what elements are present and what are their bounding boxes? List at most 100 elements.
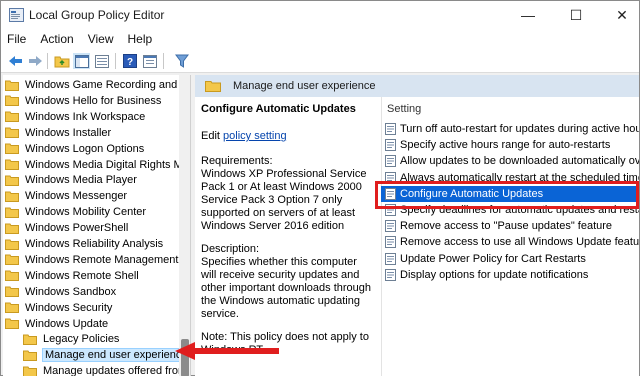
- tree-item-label: Windows Game Recording and B: [25, 79, 188, 91]
- minimize-button[interactable]: —: [505, 1, 551, 29]
- setting-row[interactable]: Update Power Policy for Cart Restarts: [381, 251, 639, 267]
- description-pane: Configure Automatic Updates Edit policy …: [195, 97, 377, 376]
- folder-icon: [5, 127, 19, 139]
- tree-item[interactable]: Manage end user experience: [23, 347, 190, 363]
- svg-text:?: ?: [126, 57, 132, 68]
- properties-button[interactable]: [141, 53, 158, 69]
- menu-action[interactable]: Action: [40, 32, 73, 46]
- setting-label: Remove access to use all Windows Update …: [400, 236, 639, 249]
- tree-item-label: Windows Hello for Business: [25, 94, 162, 107]
- export-button[interactable]: [93, 53, 110, 69]
- description-block: Description: Specifies whether this comp…: [201, 243, 371, 321]
- folder-icon: [23, 366, 37, 376]
- policy-setting-icon: [385, 252, 396, 265]
- tree-item[interactable]: Windows Update: [5, 316, 108, 332]
- tree-item[interactable]: Windows PowerShell: [5, 220, 128, 236]
- tree-item[interactable]: Windows Reliability Analysis: [5, 236, 163, 252]
- setting-row[interactable]: Allow updates to be downloaded automatic…: [381, 153, 639, 169]
- tree-item[interactable]: Windows Sandbox: [5, 284, 116, 300]
- edit-policy-link[interactable]: policy setting: [223, 130, 287, 142]
- requirements-text: Windows XP Professional Service Pack 1 o…: [201, 168, 367, 232]
- column-header-setting[interactable]: Setting: [387, 103, 421, 115]
- back-button[interactable]: [7, 53, 24, 69]
- folder-icon: [5, 239, 19, 250]
- folder-icon: [5, 191, 19, 202]
- folder-icon: [5, 254, 19, 266]
- folder-icon: [5, 111, 19, 123]
- folder-icon: [5, 80, 19, 91]
- setting-row[interactable]: Remove access to use all Windows Update …: [381, 234, 639, 250]
- tree-item[interactable]: Windows Media Digital Rights M: [5, 157, 183, 173]
- folder-icon: [5, 223, 19, 234]
- tree-item[interactable]: Windows Security: [5, 300, 112, 316]
- navigation-tree[interactable]: Windows Game Recording and B Windows Hell…: [3, 75, 191, 376]
- forward-button[interactable]: [27, 53, 44, 69]
- tree-item-label: Windows Update: [25, 317, 109, 330]
- tree-item-label: Windows Sandbox: [25, 285, 117, 298]
- tree-item[interactable]: Windows Game Recording and B: [5, 77, 188, 93]
- policy-setting-icon: [385, 220, 396, 233]
- policy-setting-icon: [385, 268, 396, 281]
- setting-row[interactable]: Remove access to "Pause updates" feature: [381, 218, 639, 234]
- folder-icon: [23, 350, 37, 361]
- policy-setting-icon: [385, 236, 396, 249]
- edit-prefix: Edit: [201, 130, 224, 142]
- tree-item[interactable]: Windows Messenger: [5, 188, 127, 204]
- maximize-button[interactable]: ☐: [553, 1, 599, 29]
- window-title: Local Group Policy Editor: [29, 8, 165, 22]
- tree-item[interactable]: Legacy Policies: [23, 331, 119, 347]
- properties-icon: [142, 54, 157, 68]
- maximize-icon: ☐: [569, 6, 583, 23]
- setting-row[interactable]: Display options for update notifications: [381, 267, 639, 283]
- tree-item[interactable]: Windows Media Player: [5, 172, 137, 188]
- tree-item[interactable]: Windows Ink Workspace: [5, 109, 145, 125]
- show-hide-tree-button[interactable]: [73, 53, 90, 69]
- setting-row[interactable]: Specify deadlines for automatic updates …: [381, 202, 639, 218]
- setting-label: Always automatically restart at the sche…: [400, 171, 639, 184]
- minimize-icon: —: [521, 7, 535, 23]
- scrollbar-thumb[interactable]: [181, 339, 189, 376]
- menu-file[interactable]: File: [7, 32, 26, 46]
- help-button[interactable]: ?: [121, 53, 138, 69]
- description-text: Specifies whether this computer will rec…: [201, 256, 371, 320]
- setting-row[interactable]: Always automatically restart at the sche…: [381, 170, 639, 186]
- folder-icon: [5, 318, 19, 329]
- policy-setting-icon: [385, 139, 396, 152]
- setting-row[interactable]: Specify active hours range for auto-rest…: [381, 137, 639, 153]
- tree-scrollbar[interactable]: [179, 75, 190, 376]
- tree-item[interactable]: Windows Mobility Center: [5, 204, 146, 220]
- back-arrow-icon: [9, 56, 22, 66]
- up-folder-icon: [54, 56, 69, 68]
- tree-item-label: Windows Remote Management (: [25, 253, 186, 266]
- help-icon: ?: [122, 54, 137, 68]
- requirements-label: Requirements:: [201, 155, 273, 167]
- tree-item[interactable]: Windows Logon Options: [5, 141, 144, 157]
- edit-line: Edit policy setting: [201, 130, 371, 143]
- tree-item-label: Windows Reliability Analysis: [25, 238, 164, 250]
- tree-item[interactable]: Windows Remote Shell: [5, 268, 139, 284]
- menu-view[interactable]: View: [88, 32, 114, 46]
- up-folder-button[interactable]: [53, 53, 70, 69]
- setting-label: Allow updates to be downloaded automatic…: [400, 155, 639, 168]
- tree-item-label: Windows PowerShell: [25, 222, 129, 235]
- setting-label: Configure Automatic Updates: [400, 187, 544, 200]
- close-icon: ✕: [616, 6, 628, 23]
- tree-item[interactable]: Windows Remote Management (: [5, 252, 185, 268]
- setting-row[interactable]: Configure Automatic Updates: [381, 185, 639, 202]
- menu-help[interactable]: Help: [128, 32, 153, 46]
- tree-item[interactable]: Windows Installer: [5, 125, 111, 141]
- folder-icon: [5, 143, 19, 155]
- tree-item[interactable]: Manage updates offered fron: [23, 363, 184, 376]
- filter-button[interactable]: [173, 53, 190, 69]
- folder-icon: [5, 159, 19, 170]
- close-button[interactable]: ✕: [599, 1, 640, 29]
- title-bar: Local Group Policy Editor — ☐ ✕: [1, 1, 639, 29]
- setting-row[interactable]: Turn off auto-restart for updates during…: [381, 121, 639, 137]
- tree-item-label: Windows Messenger: [25, 190, 128, 203]
- folder-icon: [5, 302, 19, 314]
- menu-bar: File Action View Help: [1, 29, 639, 49]
- tree-item-label: Windows Logon Options: [25, 142, 145, 155]
- setting-label: Remove access to "Pause updates" feature: [400, 220, 613, 233]
- tree-item[interactable]: Windows Hello for Business: [5, 93, 161, 109]
- requirements-block: Requirements: Windows XP Professional Se…: [201, 155, 371, 233]
